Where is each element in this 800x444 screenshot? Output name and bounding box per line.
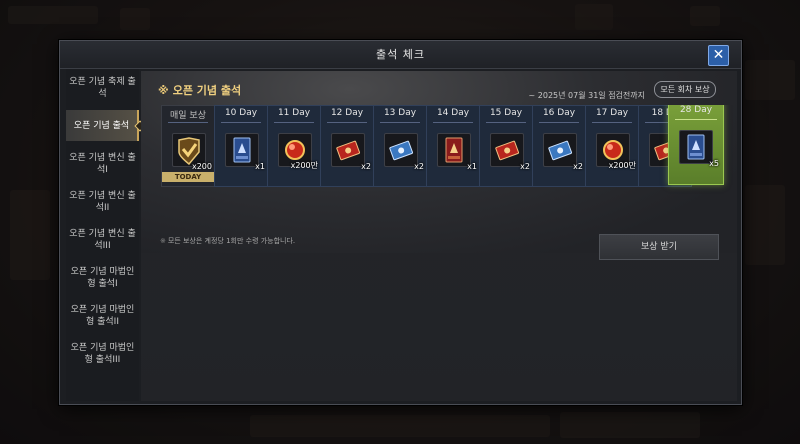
section-mark: ※ (158, 84, 169, 97)
reward-day-label: 매일 보상 (170, 111, 206, 121)
notice-text: ※ 모든 보상은 계정당 1회만 수령 가능합니다. (160, 236, 295, 246)
reward-cell[interactable]: 13 Day x2 (373, 105, 427, 187)
reward-cell-daily[interactable]: 매일 보상 x200 TODAY (161, 105, 215, 187)
reward-cell[interactable]: 12 Day x2 (320, 105, 374, 187)
reward-day-label: 13 Day (383, 108, 417, 118)
reward-day-label: 12 Day (330, 108, 364, 118)
reward-item: x1 (225, 133, 265, 171)
sidebar-item-label: 오픈 기념 축제 출석 (69, 76, 136, 99)
reward-quantity: x200만 (290, 161, 318, 170)
reward-day-label: 15 Day (489, 108, 523, 118)
reward-item: x5 (679, 130, 719, 168)
reward-item: x200 (172, 133, 212, 171)
reward-item: x2 (384, 133, 424, 171)
reward-quantity: x2 (573, 162, 583, 171)
sidebar-item-label: 오픈 기념 마법인형 출석II (70, 304, 135, 327)
reward-quantity: x1 (467, 162, 477, 171)
reward-day-label: 17 Day (595, 108, 629, 118)
divider (539, 122, 579, 123)
sidebar-item[interactable]: 오픈 기념 출석 (66, 110, 139, 141)
reward-quantity: x2 (520, 162, 530, 171)
claim-reward-button[interactable]: 보상 받기 (599, 234, 719, 260)
sidebar-item[interactable]: 오픈 기념 마법인형 출석II (66, 300, 139, 331)
sidebar-item-label: 오픈 기념 마법인형 출석III (70, 342, 135, 365)
reward-day-label: 16 Day (542, 108, 576, 118)
reward-cell[interactable]: 11 Day x200만 (267, 105, 321, 187)
sidebar-item-label: 오픈 기념 출석 (73, 120, 130, 131)
sidebar-item-label: 오픈 기념 변신 출석III (69, 228, 136, 251)
reward-cell[interactable]: 10 Day x1 (214, 105, 268, 187)
event-period: ~ 2025년 07월 31일 점검전까지 (528, 91, 645, 100)
divider (168, 122, 208, 123)
reward-day-label: 10 Day (224, 108, 258, 118)
section-title: ※ 오픈 기념 출석 (158, 82, 241, 98)
sidebar-item[interactable]: 오픈 기념 축제 출석 (66, 72, 139, 103)
sidebar-item[interactable]: 오픈 기념 변신 출석I (66, 148, 139, 179)
sidebar-item-label: 오픈 기념 마법인형 출석I (70, 266, 135, 289)
divider (380, 122, 420, 123)
reward-quantity: x200 (191, 162, 212, 171)
sidebar: 오픈 기념 축제 출석오픈 기념 출석오픈 기념 변신 출석I 오픈 기념 변신 … (66, 69, 139, 401)
note-mark: ※ (160, 237, 166, 245)
divider (592, 122, 632, 123)
reward-cell[interactable]: 16 Day x2 (532, 105, 586, 187)
divider (433, 122, 473, 123)
reward-item: x1 (437, 133, 477, 171)
divider (274, 122, 314, 123)
divider (486, 122, 526, 123)
sidebar-item-label: 오픈 기념 변신 출석I (69, 152, 136, 175)
close-button[interactable]: ✕ (708, 45, 729, 66)
main-panel: ※ 오픈 기념 출석 ~ 2025년 07월 31일 점검전까지 모든 회차 보상… (141, 71, 737, 401)
reward-strip: 매일 보상 x200 TODAY 10 Day x1 11 Day x200만 12 Day x… (161, 105, 736, 223)
reward-item: x2 (490, 133, 530, 171)
reward-item: x200만 (278, 133, 318, 170)
sidebar-item[interactable]: 오픈 기념 변신 출석II (66, 186, 139, 217)
reward-day-label: 28 Day (679, 105, 713, 115)
sidebar-item[interactable]: 오픈 기념 마법인형 출석I (66, 262, 139, 293)
sidebar-item-label: 오픈 기념 변신 출석II (69, 190, 136, 213)
reward-item: x2 (543, 133, 583, 171)
reward-cell[interactable]: 17 Day x200만 (585, 105, 639, 187)
reward-cell-final[interactable]: 28 Day x5 (668, 105, 724, 185)
reward-quantity: x200만 (608, 161, 636, 170)
sidebar-item[interactable]: 오픈 기념 변신 출석III (66, 224, 139, 255)
reward-cell[interactable]: 15 Day x2 (479, 105, 533, 187)
reward-quantity: x5 (709, 159, 719, 168)
divider (221, 122, 261, 123)
section-title-text: 오픈 기념 출석 (172, 84, 242, 97)
window-title: 출석 체크 (60, 41, 741, 69)
close-icon: ✕ (712, 47, 725, 63)
reward-day-label: 14 Day (436, 108, 470, 118)
attendance-window: 출석 체크 ✕ 오픈 기념 축제 출석 오픈 기념 출석 오픈 기념 변신 출석I 오… (59, 40, 742, 405)
divider (327, 122, 367, 123)
note-body: 모든 보상은 계정당 1회만 수령 가능합니다. (167, 237, 296, 245)
reward-item: x200만 (596, 133, 636, 170)
today-badge: TODAY (162, 172, 214, 182)
all-rewards-button[interactable]: 모든 회차 보상 (654, 81, 716, 98)
sidebar-item[interactable]: 오픈 기념 마법인형 출석III (66, 338, 139, 369)
reward-quantity: x1 (255, 162, 265, 171)
reward-cell[interactable]: 14 Day x1 (426, 105, 480, 187)
reward-quantity: x2 (414, 162, 424, 171)
reward-quantity: x2 (361, 162, 371, 171)
reward-item: x2 (331, 133, 371, 171)
reward-day-label: 11 Day (277, 108, 311, 118)
divider (675, 119, 717, 120)
